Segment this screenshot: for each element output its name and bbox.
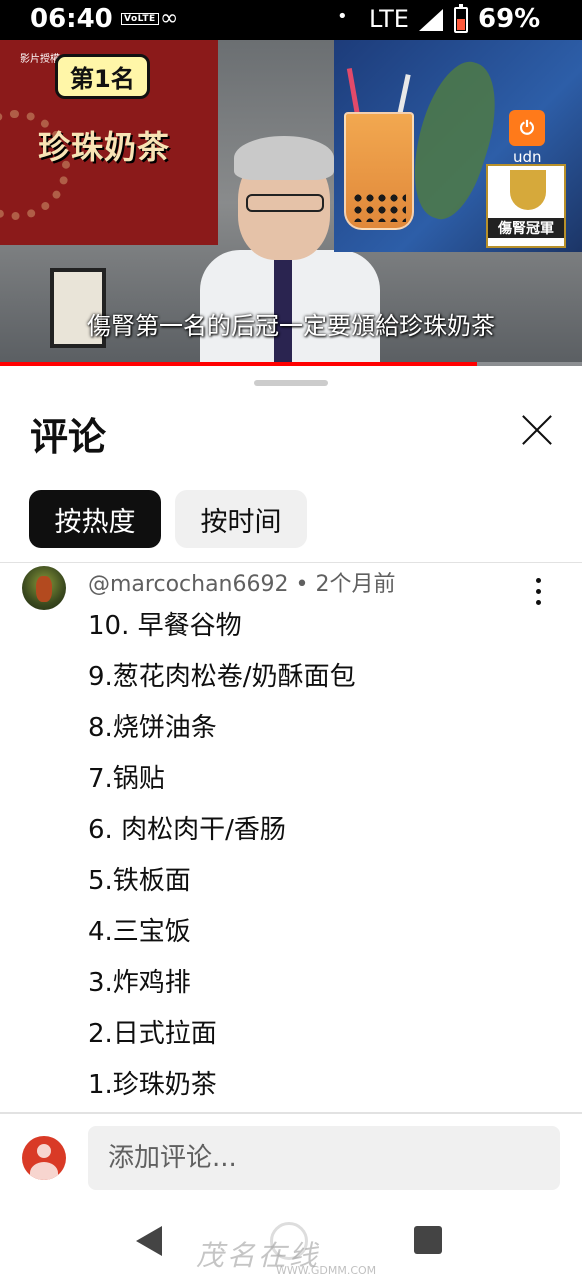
comment-line: 1.珍珠奶茶 (88, 1070, 217, 1100)
comment-line: 3.炸鸡排 (88, 968, 191, 998)
udn-logo-icon: ⏻ (509, 110, 545, 146)
tab-sort-newest[interactable]: 按时间 (175, 490, 307, 548)
battery-percent: 69% (478, 4, 541, 34)
comment-line: 6. 肉松肉干/香肠 (88, 815, 286, 845)
comment-line: 2.日式拉面 (88, 1019, 217, 1049)
video-title-card: 影片授權 第1名 珍珠奶茶 (0, 40, 218, 245)
drag-handle[interactable] (254, 380, 328, 386)
video-subtitle: 傷腎第一名的后冠一定要頒給珍珠奶茶 (87, 312, 495, 340)
comments-sheet: 评论 按热度 按时间 @marcochan6692 • 2个月前 10. 早餐谷… (0, 366, 582, 1280)
status-time: 06:40 (30, 4, 113, 34)
comment-text: 10. 早餐谷物 9.葱花肉松卷/奶酥面包 8.烧饼油条 7.锅贴 6. 肉松肉… (88, 606, 558, 1116)
comment-line: 9.葱花肉松卷/奶酥面包 (88, 662, 356, 692)
divider (0, 562, 582, 563)
sheet-title: 评论 (30, 415, 107, 459)
divider (0, 1112, 582, 1114)
video-title-overlay: 珍珠奶茶 (38, 128, 171, 166)
rank-badge: 第1名 (55, 54, 150, 99)
close-icon[interactable] (514, 406, 562, 454)
comment-author-and-time[interactable]: @marcochan6692 • 2个月前 (88, 566, 395, 598)
add-comment-input[interactable] (88, 1126, 560, 1190)
signal-icon (419, 9, 443, 31)
tab-sort-top[interactable]: 按热度 (29, 490, 161, 548)
comment-line: 4.三宝饭 (88, 917, 191, 947)
video-credit: 影片授權 (20, 54, 60, 65)
recents-icon[interactable] (414, 1226, 442, 1254)
trophy-label: 傷腎冠軍 (488, 218, 564, 238)
comment-line: 10. 早餐谷物 (88, 611, 242, 641)
comment-line: 7.锅贴 (88, 764, 165, 794)
notification-dot-icon: • (337, 6, 348, 27)
volte-icon: VoLTE (121, 13, 159, 25)
link-icon: ∞ (160, 6, 179, 31)
system-nav-bar: 茂名在线 WWW.GDMM.COM (0, 1200, 582, 1280)
comment-line: 5.铁板面 (88, 866, 191, 896)
comment-line: 8.烧饼油条 (88, 713, 217, 743)
back-icon[interactable] (136, 1226, 162, 1256)
user-avatar-icon (22, 1136, 66, 1180)
network-type: LTE (369, 5, 409, 33)
video-player[interactable]: 影片授權 第1名 珍珠奶茶 ⏻ udn 傷腎冠軍 傷腎第一名的后冠一定要頒給珍珠… (0, 40, 582, 366)
bubble-tea-cup-image (344, 112, 414, 230)
battery-icon (454, 4, 468, 33)
status-bar: 06:40 VoLTE ∞ • LTE 69% (0, 0, 582, 40)
watermark-url: WWW.GDMM.COM (276, 1264, 377, 1277)
commenter-avatar[interactable] (22, 566, 66, 610)
